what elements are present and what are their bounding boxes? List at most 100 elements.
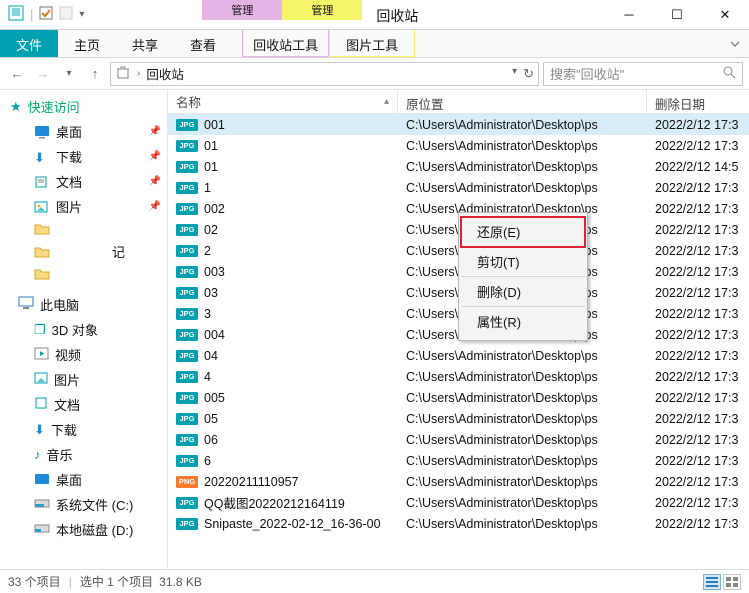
table-row[interactable]: PNG20220211110957C:\Users\Administrator\… [168,471,749,492]
menu-cut[interactable]: 剪切(T) [461,247,585,277]
pin-icon: 📌 [149,126,161,137]
status-divider: | [69,575,72,589]
qat-checkbox-icon[interactable] [39,6,53,23]
sidebar-item-downloads[interactable]: ⬇ 下载 📌 [0,144,167,169]
file-date: 2022/2/12 17:3 [647,391,749,405]
download-icon: ⬇ [34,150,50,164]
share-tab[interactable]: 共享 [116,30,174,57]
table-row[interactable]: JPGQQ截图20220212164119C:\Users\Administra… [168,492,749,513]
sidebar-item-folder2[interactable] [0,264,167,284]
sidebar-item-folder1[interactable] [0,219,167,239]
view-tab[interactable]: 查看 [174,30,232,57]
sidebar-item-notes[interactable]: 记 [0,239,167,264]
table-row[interactable]: JPG01C:\Users\Administrator\Desktop\ps20… [168,135,749,156]
file-date: 2022/2/12 17:3 [647,265,749,279]
sidebar-item-ddrive[interactable]: 本地磁盘 (D:) [0,517,167,542]
up-button[interactable]: ↑ [84,63,106,85]
col-path-header[interactable]: 原位置 [398,90,647,113]
menu-delete[interactable]: 删除(D) [461,277,585,307]
refresh-button[interactable]: ↻ [523,66,534,82]
contextual-caption-1: 管理 [202,0,282,20]
sidebar-item-label: 音乐 [47,445,73,464]
recycle-bin-icon [115,64,131,83]
file-name: 002 [204,202,225,216]
filetype-icon: JPG [176,497,198,509]
filetype-icon: PNG [176,476,198,488]
filetype-icon: JPG [176,518,198,530]
contextual-tab-recycle: 管理 [202,0,282,29]
quick-access[interactable]: ★ 快速访问 [0,94,167,119]
sidebar-item-documents2[interactable]: 文档 [0,392,167,417]
qat-dropdown-icon[interactable]: ▾ [79,9,84,20]
drive-icon [34,522,50,537]
qat-separator: | [30,7,33,22]
menu-restore[interactable]: 还原(E) [461,217,585,247]
sidebar-item-music[interactable]: ♪音乐 [0,442,167,467]
picture-tools-tab[interactable]: 图片工具 [329,30,415,57]
sidebar-item-pictures[interactable]: 图片 📌 [0,194,167,219]
menu-properties[interactable]: 属性(R) [461,307,585,336]
file-date: 2022/2/12 17:3 [647,328,749,342]
address-bar[interactable]: › 回收站 ▾ ↻ [110,62,539,86]
recent-dropdown-icon[interactable]: ▾ [58,63,80,85]
sidebar-item-desktop[interactable]: 桌面 📌 [0,119,167,144]
sidebar-item-documents[interactable]: 文档 📌 [0,169,167,194]
recycle-tools-tab[interactable]: 回收站工具 [242,30,329,57]
file-name: 02 [204,223,218,237]
filetype-icon: JPG [176,350,198,362]
filetype-icon: JPG [176,224,198,236]
titlebar: | ▾ 管理 管理 回收站 ─ ☐ ✕ [0,0,749,30]
file-path: C:\Users\Administrator\Desktop\ps [398,391,647,405]
table-row[interactable]: JPG1C:\Users\Administrator\Desktop\ps202… [168,177,749,198]
file-date: 2022/2/12 17:3 [647,223,749,237]
table-row[interactable]: JPG001C:\Users\Administrator\Desktop\ps2… [168,114,749,135]
table-row[interactable]: JPG4C:\Users\Administrator\Desktop\ps202… [168,366,749,387]
sidebar-item-pictures2[interactable]: 图片 [0,367,167,392]
minimize-button[interactable]: ─ [605,0,653,29]
icons-view-button[interactable] [723,574,741,590]
sidebar-item-label: 3D 对象 [52,320,98,339]
sidebar-item-videos[interactable]: 视频 [0,342,167,367]
file-path: C:\Users\Administrator\Desktop\ps [398,412,647,426]
document-icon [34,396,48,413]
file-date: 2022/2/12 17:3 [647,370,749,384]
table-row[interactable]: JPG05C:\Users\Administrator\Desktop\ps20… [168,408,749,429]
context-menu: 还原(E) 剪切(T) 删除(D) 属性(R) [458,212,588,341]
file-tab[interactable]: 文件 [0,30,58,57]
forward-button[interactable]: → [32,63,54,85]
table-row[interactable]: JPG01C:\Users\Administrator\Desktop\ps20… [168,156,749,177]
ribbon: 文件 主页 共享 查看 回收站工具 图片工具 [0,30,749,58]
maximize-button[interactable]: ☐ [653,0,701,29]
sidebar-item-label: 视频 [55,345,81,364]
col-date-header[interactable]: 删除日期 [647,90,749,113]
col-name-header[interactable]: 名称 ▴ [168,90,398,113]
pc-icon [18,296,34,313]
search-input[interactable]: 搜索"回收站" [543,62,743,86]
breadcrumb[interactable]: 回收站 [146,64,184,83]
table-row[interactable]: JPG06C:\Users\Administrator\Desktop\ps20… [168,429,749,450]
this-pc[interactable]: 此电脑 [0,292,167,317]
address-bar-row: ← → ▾ ↑ › 回收站 ▾ ↻ 搜索"回收站" [0,58,749,90]
sidebar-item-cdrive[interactable]: 系统文件 (C:) [0,492,167,517]
star-icon: ★ [10,99,22,115]
file-path: C:\Users\Administrator\Desktop\ps [398,118,647,132]
contextual-caption-2: 管理 [282,0,362,20]
sidebar-item-desktop2[interactable]: 桌面 [0,467,167,492]
qat-blank-icon[interactable] [59,6,73,23]
table-row[interactable]: JPG005C:\Users\Administrator\Desktop\ps2… [168,387,749,408]
close-button[interactable]: ✕ [701,0,749,29]
sidebar-item-label: 系统文件 (C:) [56,495,133,514]
sidebar-item-label: 下载 [51,420,77,439]
back-button[interactable]: ← [6,63,28,85]
table-row[interactable]: JPGSnipaste_2022-02-12_16-36-00C:\Users\… [168,513,749,534]
table-row[interactable]: JPG04C:\Users\Administrator\Desktop\ps20… [168,345,749,366]
ribbon-expand-button[interactable] [721,30,749,57]
sidebar-item-downloads2[interactable]: ⬇下载 [0,417,167,442]
sidebar-item-3d[interactable]: ❒3D 对象 [0,317,167,342]
file-date: 2022/2/12 17:3 [647,181,749,195]
home-tab[interactable]: 主页 [58,30,116,57]
details-view-button[interactable] [703,574,721,590]
status-bar: 33 个项目 | 选中 1 个项目 31.8 KB [0,569,749,593]
table-row[interactable]: JPG6C:\Users\Administrator\Desktop\ps202… [168,450,749,471]
address-dropdown-icon[interactable]: ▾ [512,66,517,82]
